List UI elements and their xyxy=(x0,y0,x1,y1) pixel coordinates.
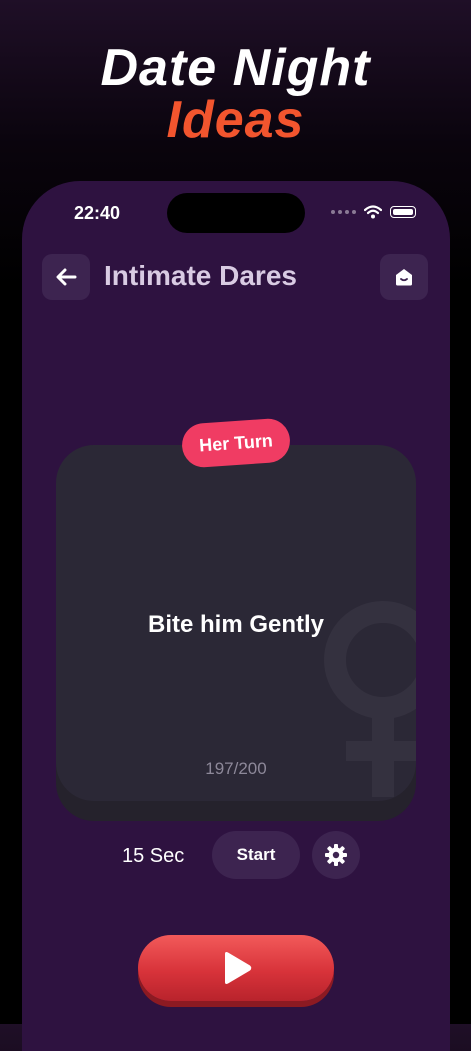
gear-icon xyxy=(325,844,347,866)
promo-title-line2: Ideas xyxy=(166,91,305,149)
start-timer-button[interactable]: Start xyxy=(212,831,300,879)
battery-icon xyxy=(390,206,416,218)
wifi-icon xyxy=(364,205,382,219)
turn-badge: Her Turn xyxy=(180,417,292,469)
dynamic-island xyxy=(167,193,305,233)
dare-card[interactable]: Bite him Gently 197/200 xyxy=(56,445,416,801)
settings-button[interactable] xyxy=(312,831,360,879)
cellular-signal-icon xyxy=(331,210,356,214)
play-icon xyxy=(225,952,252,984)
dare-progress: 197/200 xyxy=(205,759,267,778)
promo-title-line1: Date Night xyxy=(100,39,371,97)
home-button[interactable] xyxy=(380,254,428,300)
status-icons xyxy=(331,205,416,219)
play-button[interactable] xyxy=(138,935,334,1001)
page-title: Intimate Dares xyxy=(104,260,297,291)
status-time: 22:40 xyxy=(74,203,121,223)
home-icon xyxy=(396,269,412,286)
timer-duration: 15 Sec xyxy=(122,845,185,867)
arrow-left-icon xyxy=(56,268,77,286)
dare-text: Bite him Gently xyxy=(147,611,325,638)
back-button[interactable] xyxy=(42,254,90,300)
phone-screen: 22:40 Intimate Dares Bite him Gently 197… xyxy=(22,181,450,1051)
